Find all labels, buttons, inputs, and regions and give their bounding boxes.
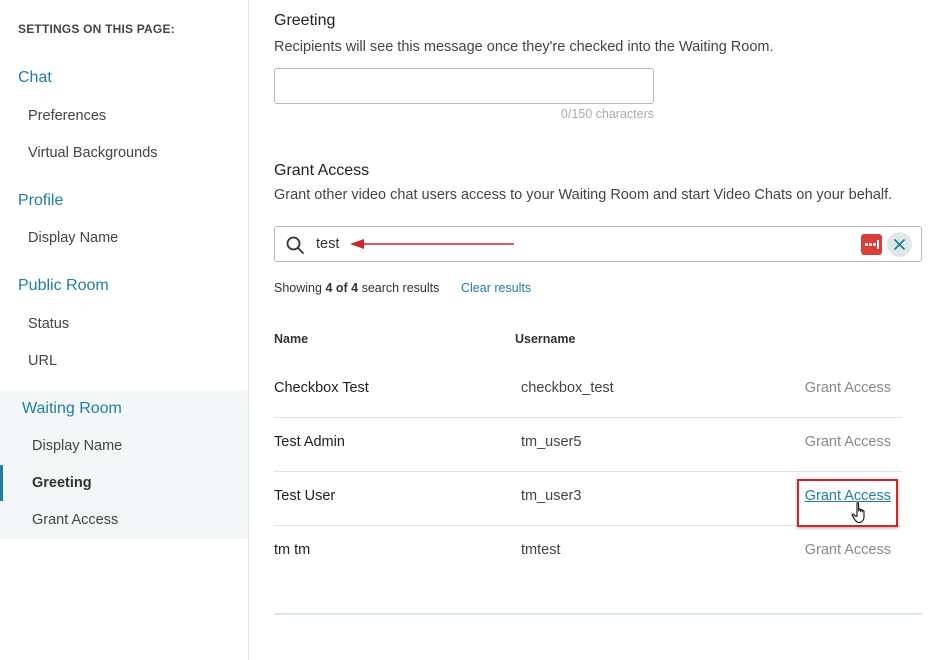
sidebar-heading: SETTINGS ON THIS PAGE: (18, 22, 175, 36)
row-username: checkbox_test (521, 380, 614, 396)
sidebar-waiting-room-group: Waiting Room Display Name Greeting Grant… (0, 390, 248, 539)
grant-access-link[interactable]: Grant Access (805, 542, 891, 558)
column-header-name: Name (274, 332, 309, 346)
row-name: Test User (274, 488, 336, 504)
sidebar-item-grant-access[interactable]: Grant Access (32, 512, 118, 528)
table-row: Checkbox Test checkbox_test Grant Access (274, 364, 902, 418)
sidebar-section-waiting-room[interactable]: Waiting Room (22, 400, 122, 418)
column-header-username: Username (515, 332, 576, 346)
search-results-summary: Showing 4 of 4 search results (274, 281, 440, 295)
close-icon[interactable] (887, 232, 912, 257)
search-input[interactable]: test (316, 236, 339, 252)
sidebar-item-profile-display-name[interactable]: Display Name (28, 230, 118, 246)
row-username: tm_user5 (521, 434, 582, 450)
sidebar-item-url[interactable]: URL (28, 353, 57, 369)
sidebar-section-public-room[interactable]: Public Room (18, 277, 109, 295)
hand-pointer-icon (851, 502, 865, 524)
sidebar-section-profile[interactable]: Profile (18, 192, 63, 210)
search-icon (286, 236, 304, 254)
row-username: tm_user3 (521, 488, 582, 504)
search-results-count: 4 of 4 (325, 281, 359, 295)
sidebar-item-virtual-backgrounds[interactable]: Virtual Backgrounds (28, 145, 158, 161)
table-row: tm tm tmtest Grant Access (274, 526, 902, 580)
annotation-highlight-box (797, 479, 898, 527)
annotation-arrow-icon (350, 239, 514, 249)
password-manager-icon[interactable] (861, 234, 882, 255)
clear-results-link[interactable]: Clear results (461, 281, 531, 295)
grant-access-link[interactable]: Grant Access (805, 434, 891, 450)
sidebar-item-status[interactable]: Status (28, 316, 69, 332)
row-username: tmtest (521, 542, 561, 558)
greeting-title: Greeting (274, 12, 336, 29)
table-row: Test Admin tm_user5 Grant Access (274, 418, 902, 472)
grant-access-description: Grant other video chat users access to y… (274, 187, 893, 203)
sidebar-section-chat[interactable]: Chat (18, 69, 52, 87)
greeting-description: Recipients will see this message once th… (274, 39, 774, 55)
sidebar-item-greeting[interactable]: Greeting (32, 475, 92, 491)
active-item-indicator (0, 465, 3, 501)
sidebar-item-preferences[interactable]: Preferences (28, 108, 106, 124)
greeting-input[interactable] (274, 68, 654, 104)
row-name: Test Admin (274, 434, 345, 450)
row-name: tm tm (274, 542, 311, 558)
sidebar-item-waiting-display-name[interactable]: Display Name (32, 438, 122, 454)
row-name: Checkbox Test (274, 380, 369, 396)
greeting-char-count: 0/150 characters (560, 107, 654, 121)
grant-access-link[interactable]: Grant Access (805, 380, 891, 396)
grant-access-title: Grant Access (274, 162, 370, 179)
section-divider (274, 613, 922, 615)
settings-sidebar: SETTINGS ON THIS PAGE: Chat Preferences … (0, 0, 249, 660)
